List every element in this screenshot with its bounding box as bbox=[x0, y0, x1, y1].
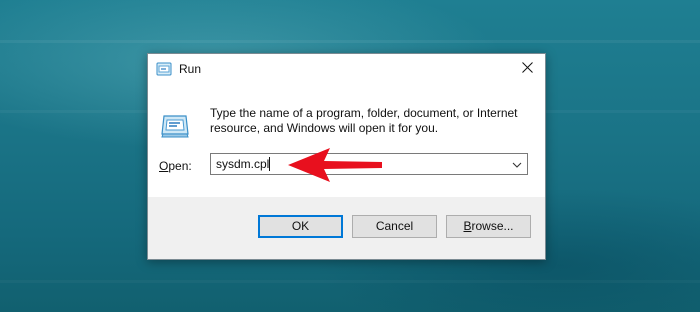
chevron-down-icon bbox=[512, 155, 522, 173]
browse-label: rowse... bbox=[471, 219, 514, 233]
close-icon bbox=[521, 60, 533, 78]
ok-button[interactable]: OK bbox=[258, 215, 343, 238]
text-caret bbox=[269, 157, 270, 171]
dialog-title: Run bbox=[179, 62, 202, 76]
dialog-footer: OK Cancel Browse... bbox=[148, 197, 545, 259]
dialog-body: Type the name of a program, folder, docu… bbox=[148, 84, 545, 197]
open-label: Open: bbox=[159, 159, 192, 173]
title-bar[interactable]: Run bbox=[148, 54, 545, 84]
run-icon bbox=[160, 108, 192, 140]
cancel-button[interactable]: Cancel bbox=[352, 215, 437, 238]
dialog-description: Type the name of a program, folder, docu… bbox=[210, 106, 518, 135]
background-wave bbox=[0, 40, 700, 43]
open-label-text: pen: bbox=[168, 159, 192, 173]
browse-accelerator: B bbox=[463, 219, 472, 233]
open-combobox[interactable]: sysdm.cpl bbox=[210, 153, 528, 175]
run-icon bbox=[156, 62, 172, 76]
close-button[interactable] bbox=[509, 54, 545, 84]
browse-button[interactable]: Browse... bbox=[446, 215, 531, 238]
open-input-value[interactable]: sysdm.cpl bbox=[216, 157, 269, 171]
run-dialog: Run Type the name of a program, folder, … bbox=[147, 53, 546, 260]
dropdown-button[interactable] bbox=[509, 156, 525, 172]
open-label-accelerator: O bbox=[159, 159, 169, 173]
background-wave bbox=[0, 280, 700, 283]
